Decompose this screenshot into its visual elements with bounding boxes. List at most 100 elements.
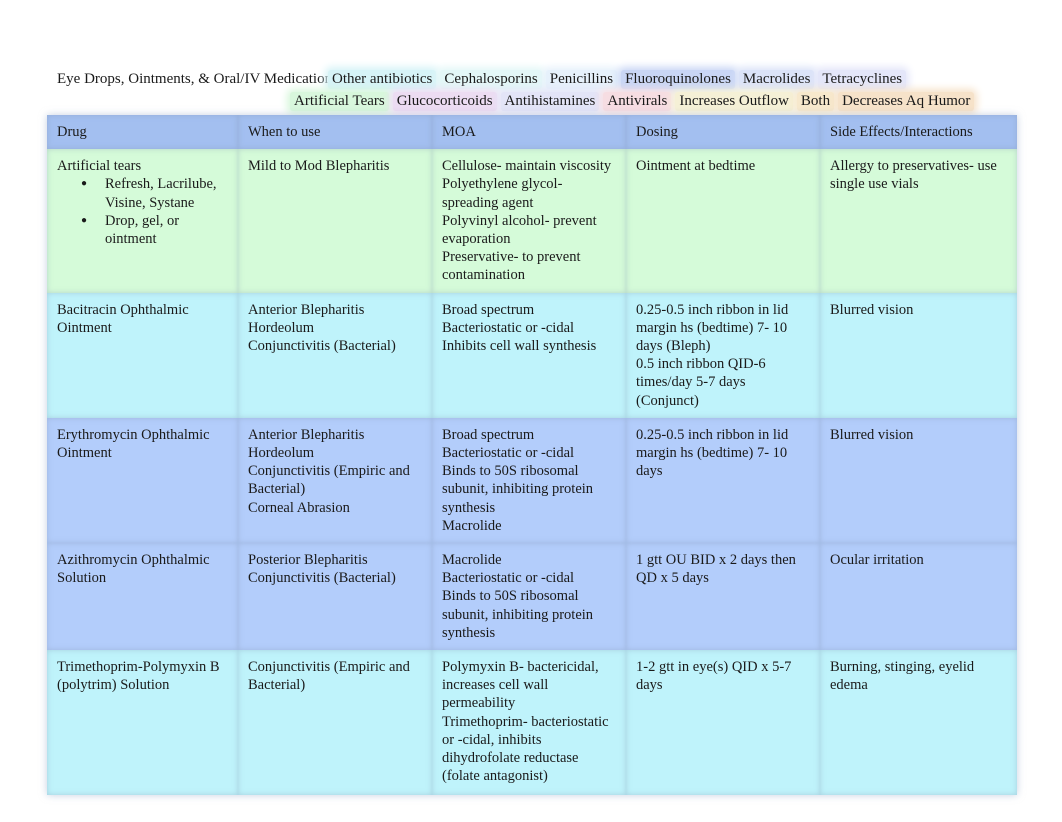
legend-item: Artificial Tears — [290, 92, 389, 111]
medication-table: Drug When to use MOA Dosing Side Effects… — [47, 115, 1017, 796]
header-drug: Drug — [47, 115, 238, 150]
moa-line: Broad spectrum — [442, 301, 535, 318]
table-row: Trimethoprim-Polymyxin B (polytrim) Solu… — [47, 650, 1017, 796]
legend-item: Fluoroquinolones — [621, 70, 735, 89]
indication-line: Conjunctivitis (Bacterial) — [248, 338, 396, 355]
cell-side-effects: Burning, stinging, eyelid edema — [820, 650, 1017, 796]
moa-line: Bacteriostatic or -cidal — [442, 445, 575, 462]
side-effect-line: Blurred vision — [830, 301, 914, 318]
cell-drug: Bacitracin Ophthalmic Ointment — [47, 292, 238, 418]
dosing-line: 0.25-0.5 inch ribbon in lid margin hs (b… — [636, 301, 789, 355]
cell-dosing: 0.25-0.5 inch ribbon in lid margin hs (b… — [626, 292, 820, 418]
indication-line: Conjunctivitis (Bacterial) — [248, 570, 396, 587]
cell-moa: Broad spectrum Bacteriostatic or -cidal In… — [432, 292, 626, 418]
moa-line: Broad spectrum — [442, 426, 535, 443]
indication-line: Anterior Blepharitis — [248, 301, 365, 318]
drug-name: Bacitracin Ophthalmic Ointment — [57, 301, 189, 336]
legend-item: Tetracyclines — [818, 70, 907, 89]
moa-line: Preservative- to prevent contamination — [442, 249, 581, 284]
legend-item: Decreases Aq Humor — [838, 92, 975, 111]
cell-side-effects: Blurred vision — [820, 292, 1017, 418]
header-moa: MOA — [432, 115, 626, 150]
moa-line: Trimethoprim- bacteriostatic or -cidal, … — [442, 713, 609, 785]
side-effect-line: Blurred vision — [830, 426, 914, 443]
moa-line: Bacteriostatic or -cidal — [442, 570, 575, 587]
indication-line: Anterior Blepharitis — [248, 426, 365, 443]
moa-line: Polyethylene glycol- spreading agent — [442, 176, 563, 211]
header-dosing: Dosing — [626, 115, 820, 150]
legend-row-antibiotics: Other antibiotics Cephalosporins Penicilli… — [328, 70, 910, 90]
cell-when-to-use: Anterior Blepharitis Hordeolum Conjunctivi… — [238, 292, 432, 418]
table-header-row: Drug When to use MOA Dosing Side Effects… — [47, 115, 1017, 150]
indication-line: Mild to Mod Blepharitis — [248, 158, 390, 175]
dosing-line: 0.25-0.5 inch ribbon in lid margin hs (b… — [636, 426, 789, 480]
legend-row-other-classes: Artificial Tears Glucocorticoids Antihista… — [290, 92, 978, 112]
side-effect-line: Ocular irritation — [830, 552, 924, 569]
cell-side-effects: Blurred vision — [820, 417, 1017, 544]
moa-line: Polyvinyl alcohol- prevent evaporation — [442, 212, 597, 248]
table-row: Azithromycin Ophthalmic Solution Posterio… — [47, 543, 1017, 651]
indication-line: Hordeolum — [248, 319, 315, 336]
cell-moa: Polymyxin B- bactericidal, increases cel… — [432, 650, 626, 796]
legend-item: Glucocorticoids — [392, 92, 497, 111]
cell-when-to-use: Conjunctivitis (Empiric and Bacterial) — [238, 650, 432, 796]
moa-line: Macrolide — [442, 552, 502, 569]
document-title: Eye Drops, Ointments, & Oral/IV Medicati… — [57, 71, 338, 87]
cell-when-to-use: Anterior Blepharitis Hordeolum Conjunctivi… — [238, 417, 432, 544]
cell-moa: Macrolide Bacteriostatic or -cidal Binds t… — [432, 543, 626, 651]
legend-item: Cephalosporins — [440, 70, 542, 89]
drug-name: Azithromycin Ophthalmic Solution — [57, 552, 210, 587]
cell-when-to-use: Posterior Blepharitis Conjunctivitis (Bac… — [238, 543, 432, 651]
dosing-line: 1-2 gtt in eye(s) QID x 5-7 days — [636, 659, 792, 694]
cell-side-effects: Ocular irritation — [820, 543, 1017, 651]
header-when-to-use: When to use — [238, 115, 432, 150]
indication-line: Posterior Blepharitis — [248, 552, 368, 569]
drug-example-item: Refresh, Lacrilube, Visine, Systane — [81, 175, 228, 211]
cell-dosing: 1-2 gtt in eye(s) QID x 5-7 days — [626, 650, 820, 796]
drug-name: Trimethoprim-Polymyxin B (polytrim) Solu… — [57, 659, 220, 694]
cell-side-effects: Allergy to preservatives- use single use… — [820, 149, 1017, 293]
cell-dosing: 1 gtt OU BID x 2 days then QD x 5 days — [626, 543, 820, 651]
drug-example-item: Drop, gel, or ointment — [81, 212, 228, 248]
legend-item: Increases Outflow — [675, 92, 793, 111]
moa-line: Binds to 50S ribosomal subunit, inhibiti… — [442, 463, 594, 516]
drug-name: Erythromycin Ophthalmic Ointment — [57, 426, 210, 462]
moa-line: Inhibits cell wall synthesis — [442, 338, 597, 355]
table-row: Artificial tearsRefresh, Lacrilube, Visi… — [47, 149, 1017, 293]
cell-drug: Artificial tearsRefresh, Lacrilube, Visi… — [47, 149, 238, 293]
cell-moa: Broad spectrum Bacteriostatic or -cidal Bi… — [432, 417, 626, 544]
moa-line: Macrolide — [442, 517, 502, 534]
cell-dosing: 0.25-0.5 inch ribbon in lid margin hs (b… — [626, 417, 820, 544]
indication-line: Hordeolum — [248, 445, 315, 462]
indication-line: Corneal Abrasion — [248, 499, 350, 516]
dosing-line: 1 gtt OU BID x 2 days then QD x 5 days — [636, 552, 796, 587]
cell-moa: Cellulose- maintain viscosity Polyethylen… — [432, 149, 626, 293]
cell-drug: Azithromycin Ophthalmic Solution — [47, 543, 238, 651]
table-row: Erythromycin Ophthalmic Ointment Anterior… — [47, 417, 1017, 544]
dosing-line: 0.5 inch ribbon QID-6 times/day 5-7 days… — [636, 356, 766, 409]
legend-item: Antivirals — [603, 92, 672, 111]
cell-when-to-use: Mild to Mod Blepharitis — [238, 149, 432, 293]
indication-line: Conjunctivitis (Empiric and Bacterial) — [248, 659, 410, 694]
legend-item: Macrolides — [738, 70, 815, 89]
side-effect-line: Allergy to preservatives- use single use… — [830, 158, 997, 193]
header-side-effects: Side Effects/Interactions — [820, 115, 1017, 150]
side-effect-line: Burning, stinging, eyelid edema — [830, 659, 975, 694]
indication-line: Conjunctivitis (Empiric and Bacterial) — [248, 463, 410, 498]
moa-line: Binds to 50S ribosomal subunit, inhibiti… — [442, 588, 594, 641]
dosing-line: Ointment at bedtime — [636, 158, 756, 175]
drug-examples-list: Refresh, Lacrilube, Visine, SystaneDrop,… — [57, 175, 228, 248]
drug-name: Artificial tears — [57, 158, 142, 175]
moa-line: Cellulose- maintain viscosity — [442, 158, 612, 175]
legend-item: Both — [796, 92, 835, 111]
medication-table-container: Drug When to use MOA Dosing Side Effects… — [47, 115, 1017, 796]
cell-drug: Trimethoprim-Polymyxin B (polytrim) Solu… — [47, 650, 238, 796]
cell-drug: Erythromycin Ophthalmic Ointment — [47, 417, 238, 544]
cell-dosing: Ointment at bedtime — [626, 149, 820, 293]
legend-item: Penicillins — [545, 70, 618, 89]
legend-item: Antihistamines — [500, 92, 600, 111]
moa-line: Polymyxin B- bactericidal, increases cel… — [442, 659, 599, 712]
moa-line: Bacteriostatic or -cidal — [442, 319, 575, 336]
table-row: Bacitracin Ophthalmic Ointment Anterior B… — [47, 292, 1017, 418]
legend-item: Other antibiotics — [328, 70, 437, 89]
